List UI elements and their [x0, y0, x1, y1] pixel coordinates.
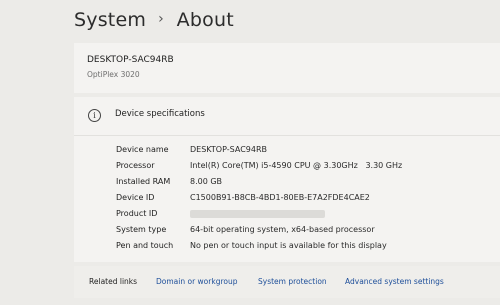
spec-value: C1500B91-B8CB-4BD1-80EB-E7A2FDE4CAE2: [190, 193, 370, 202]
related-links-bar: Related links Domain or workgroup System…: [74, 266, 500, 298]
info-icon: i: [88, 109, 101, 122]
spec-value: 8.00 GB: [190, 177, 223, 186]
spec-value: No pen or touch input is available for t…: [190, 241, 387, 250]
device-specifications-header[interactable]: i Device specifications: [74, 97, 500, 136]
spec-value: DESKTOP-SAC94RB: [190, 145, 268, 154]
spec-row-pen-touch: Pen and touch No pen or touch input is a…: [116, 241, 387, 250]
spec-row-installed-ram: Installed RAM 8.00 GB: [116, 177, 222, 186]
device-name-card: DESKTOP-SAC94RB OptiPlex 3020: [74, 43, 500, 93]
domain-workgroup-link[interactable]: Domain or workgroup: [156, 277, 237, 286]
spec-label: Device ID: [116, 193, 155, 202]
spec-label: Device name: [116, 145, 169, 154]
breadcrumb: System › About: [74, 9, 234, 31]
product-id-redacted: [190, 210, 325, 218]
spec-row-system-type: System type 64-bit operating system, x64…: [116, 225, 375, 234]
spec-row-product-id: Product ID: [116, 209, 325, 218]
spec-value: 64-bit operating system, x64-based proce…: [190, 225, 375, 234]
breadcrumb-separator-icon: ›: [158, 11, 164, 27]
page-title: About: [176, 9, 234, 31]
breadcrumb-system[interactable]: System: [74, 9, 146, 31]
device-model: OptiPlex 3020: [87, 70, 140, 79]
advanced-system-settings-link[interactable]: Advanced system settings: [345, 277, 444, 286]
spec-row-device-name: Device name DESKTOP-SAC94RB: [116, 145, 267, 154]
device-specifications-body: Device name DESKTOP-SAC94RB Processor In…: [74, 136, 500, 262]
spec-label: Processor: [116, 161, 155, 170]
spec-value: Intel(R) Core(TM) i5-4590 CPU @ 3.30GHz …: [190, 161, 403, 170]
device-name-heading: DESKTOP-SAC94RB: [87, 55, 174, 65]
device-specifications-title: Device specifications: [115, 109, 205, 119]
spec-label: Product ID: [116, 209, 158, 218]
spec-label: Installed RAM: [116, 177, 171, 186]
related-links-label: Related links: [89, 277, 138, 286]
spec-label: System type: [116, 225, 167, 234]
spec-label: Pen and touch: [116, 241, 174, 250]
spec-row-device-id: Device ID C1500B91-B8CB-4BD1-80EB-E7A2FD…: [116, 193, 370, 202]
system-protection-link[interactable]: System protection: [258, 277, 327, 286]
spec-row-processor: Processor Intel(R) Core(TM) i5-4590 CPU …: [116, 161, 402, 170]
